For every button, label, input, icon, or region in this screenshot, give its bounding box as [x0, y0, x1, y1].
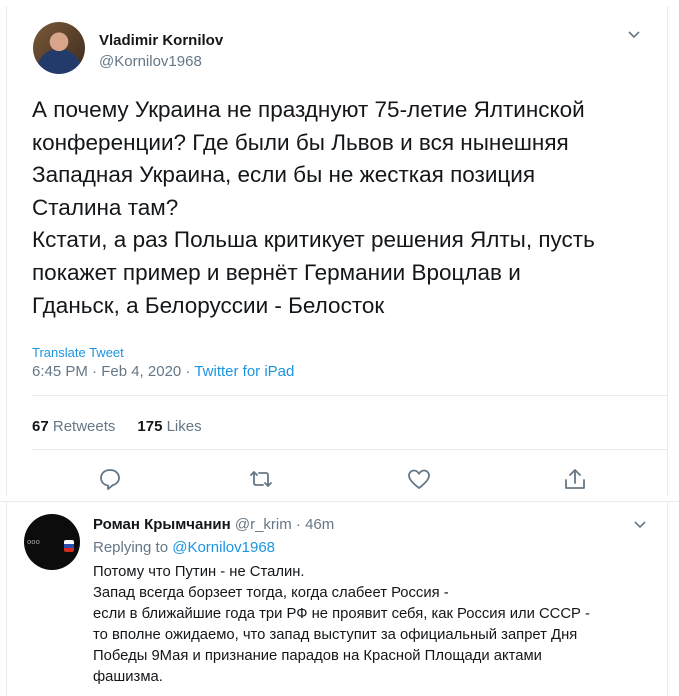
reply-text-line: Запад всегда борзеет тогда, когда слабее… [93, 585, 449, 601]
chevron-down-icon[interactable] [627, 28, 641, 42]
likes-stat[interactable]: 175 Likes [137, 418, 201, 435]
reply-text-line: фашизма. [93, 669, 163, 685]
retweets-label: Retweets [52, 418, 116, 435]
replying-to-mention[interactable]: @Kornilov1968 [172, 539, 275, 556]
reply-text-line: если в ближайшие года три РФ не проявит … [93, 606, 590, 622]
author-name[interactable]: Vladimir Kornilov [99, 32, 223, 49]
divider [32, 449, 667, 450]
reply-author-name[interactable]: Роман Крымчанин [93, 516, 231, 533]
tweet-text-line: конференции? Где были бы Львов и вся нын… [32, 129, 569, 155]
tweet-text-line: Западная Украина, если бы не жесткая поз… [32, 162, 536, 188]
tweet-text-line: А почему Украина не празднуют 75-летие Я… [32, 97, 585, 122]
tweet-text-line: Сталина там? [32, 194, 179, 220]
tweet-actions [7, 466, 669, 496]
tweet-text-line: Гданьск, а Белоруссии - Белосток [32, 292, 385, 318]
reply-time[interactable]: · 46m [296, 516, 334, 533]
share-icon[interactable] [562, 466, 588, 492]
reply-tweet[interactable]: ooo Роман Крымчанин @r_krim · 46m Replyi… [6, 502, 668, 696]
retweets-stat[interactable]: 67 Retweets [32, 418, 115, 435]
replying-to: Replying to @Kornilov1968 [93, 539, 275, 556]
translate-tweet-link[interactable]: Translate Tweet [32, 345, 124, 360]
heart-icon[interactable] [406, 466, 432, 492]
reply-text-line: Победы 9Мая и признание парадов на Красн… [93, 648, 542, 664]
main-tweet: Vladimir Kornilov @Kornilov1968 А почему… [6, 6, 668, 496]
retweet-icon[interactable] [248, 466, 274, 492]
reply-text-line: то вполне ожидаемо, что запад выступит з… [93, 627, 578, 643]
author-handle[interactable]: @Kornilov1968 [99, 53, 202, 70]
likes-label: Likes [166, 418, 202, 435]
chevron-down-icon[interactable] [633, 518, 647, 532]
tweet-text-line: покажет пример и вернёт Германии Вроцлав… [32, 259, 521, 285]
tweet-text: А почему Украина не празднуют 75-летие Я… [32, 94, 672, 322]
tweet-text-line: Кстати, а раз Польша критикует решения Я… [32, 227, 595, 253]
tweet-timestamp[interactable]: 6:45 PM · Feb 4, 2020 · [32, 363, 194, 380]
reply-author-handle[interactable]: @r_krim [235, 516, 292, 533]
divider [32, 395, 667, 396]
tweet-source-link[interactable]: Twitter for iPad [194, 363, 294, 380]
author-avatar[interactable] [33, 22, 85, 74]
reply-text: Потому что Путин - не Сталин. Запад всег… [93, 562, 653, 688]
avatar-graphic: ooo [27, 538, 40, 546]
replying-to-label: Replying to [93, 539, 173, 556]
retweets-count: 67 [32, 418, 49, 435]
likes-count: 175 [137, 418, 163, 435]
tweet-metadata: 6:45 PM · Feb 4, 2020 · Twitter for iPad [32, 363, 294, 380]
reply-header: Роман Крымчанин @r_krim · 46m [93, 516, 334, 533]
reply-text-line: Потому что Путин - не Сталин. [93, 564, 305, 580]
tweet-stats: 67 Retweets 175 Likes [32, 418, 202, 435]
flag-icon [64, 540, 74, 552]
reply-author-avatar[interactable]: ooo [24, 514, 80, 570]
speech-bubble-icon[interactable] [97, 466, 123, 492]
